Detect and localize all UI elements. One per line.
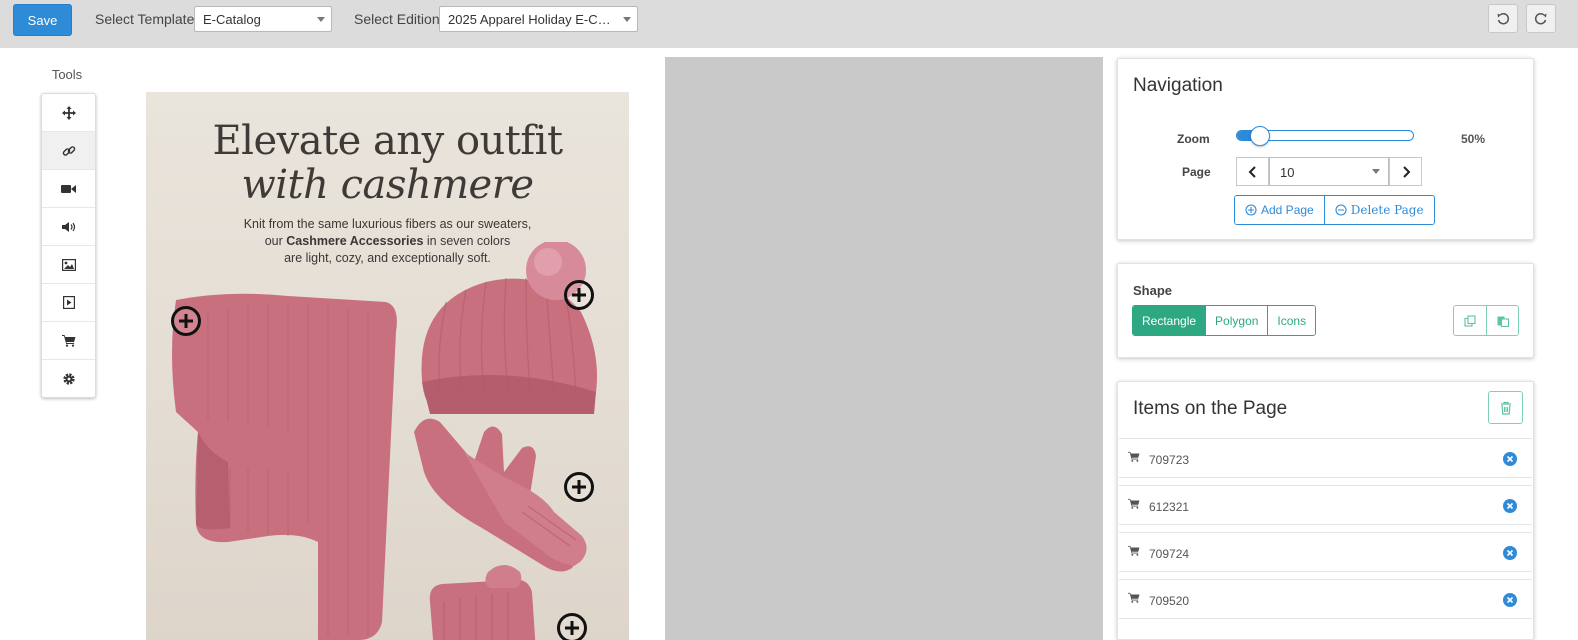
cart-icon	[61, 335, 75, 347]
close-icon	[1506, 455, 1514, 463]
save-button[interactable]: Save	[13, 4, 72, 36]
item-row[interactable]: 709520	[1119, 579, 1532, 619]
shape-option-polygon[interactable]: Polygon	[1205, 306, 1268, 335]
top-toolbar: Save Select Template E-Catalog Select Ed…	[0, 0, 1578, 48]
edition-select[interactable]: 2025 Apparel Holiday E-Ca...	[439, 6, 638, 32]
paste-button[interactable]	[1486, 306, 1518, 335]
item-row[interactable]: 612321	[1119, 485, 1532, 525]
tool-move[interactable]	[42, 94, 95, 132]
link-icon	[62, 145, 75, 156]
zoom-slider-handle[interactable]	[1250, 126, 1270, 146]
hotspot-plus-icon[interactable]	[563, 279, 595, 311]
item-row[interactable]: 709724	[1119, 532, 1532, 572]
template-label: Select Template	[95, 11, 195, 27]
copy-icon	[1464, 314, 1476, 327]
undo-icon	[1497, 12, 1510, 24]
close-icon	[1506, 549, 1514, 557]
shape-copy-group	[1453, 305, 1519, 336]
image-icon	[61, 258, 76, 271]
catalog-title-line2: with cashmere	[241, 162, 534, 208]
delete-all-items-button[interactable]	[1488, 391, 1523, 424]
chevron-right-icon	[1402, 165, 1410, 178]
cart-icon	[1128, 592, 1140, 603]
chevron-down-icon	[623, 17, 631, 22]
hat-image	[421, 242, 597, 414]
catalog-page[interactable]: Elevate any outfit with cashmere Knit fr…	[146, 92, 629, 640]
scarf-image	[172, 293, 397, 640]
tools-title: Tools	[51, 67, 83, 82]
item-code: 709520	[1149, 594, 1190, 608]
tool-cart[interactable]	[42, 322, 95, 360]
zoom-value: 50%	[1461, 132, 1486, 146]
navigation-title: Navigation	[1133, 75, 1223, 96]
redo-icon	[1534, 12, 1547, 24]
body-line2-bold: Cashmere Accessories	[286, 234, 424, 248]
video-icon	[61, 184, 76, 193]
paste-icon	[1497, 316, 1509, 327]
delete-page-button[interactable]: Delete Page	[1323, 196, 1434, 224]
add-page-label: Add Page	[1261, 203, 1314, 217]
close-icon	[1506, 502, 1514, 510]
hotspot-plus-icon[interactable]	[556, 612, 588, 640]
plus-circle-icon	[1245, 204, 1257, 216]
tool-settings[interactable]	[42, 360, 95, 398]
close-icon	[1506, 596, 1514, 604]
edition-select-value: 2025 Apparel Holiday E-Ca...	[448, 12, 616, 27]
shape-option-rectangle[interactable]: Rectangle	[1133, 306, 1206, 335]
catalog-body-line1: Knit from the same luxurious fibers as o…	[243, 217, 532, 231]
items-title: Items on the Page	[1133, 398, 1288, 419]
tool-video[interactable]	[42, 170, 95, 208]
remove-item-button[interactable]	[1503, 452, 1517, 466]
tools-panel	[41, 93, 96, 398]
delete-page-label: Delete Page	[1350, 203, 1424, 217]
tool-slideshow[interactable]	[42, 284, 95, 322]
shape-option-icons[interactable]: Icons	[1267, 306, 1316, 335]
template-select-value: E-Catalog	[203, 12, 261, 27]
shape-title: Shape	[1133, 283, 1173, 298]
item-code: 709723	[1149, 453, 1190, 467]
trash-icon	[1500, 401, 1511, 415]
page-select-value: 10	[1280, 165, 1295, 180]
page-actions-group: Add Page Delete Page	[1234, 195, 1435, 225]
redo-button[interactable]	[1526, 4, 1556, 33]
tool-audio[interactable]	[42, 208, 95, 246]
hotspot-plus-icon[interactable]	[563, 471, 595, 503]
mitts-image	[429, 565, 536, 640]
tool-link[interactable]	[42, 132, 95, 170]
shape-options-group: Rectangle Polygon Icons	[1132, 305, 1317, 336]
page-label: Page	[1182, 165, 1211, 179]
audio-icon	[61, 221, 75, 232]
body-line2-pre: our	[264, 234, 287, 248]
add-page-button[interactable]: Add Page	[1235, 196, 1324, 224]
hotspot-plus-icon[interactable]	[170, 305, 202, 337]
next-page-button[interactable]	[1389, 157, 1422, 186]
gear-icon	[62, 373, 75, 385]
chevron-left-icon	[1248, 165, 1256, 178]
zoom-label: Zoom	[1177, 132, 1210, 146]
minus-circle-icon	[1335, 204, 1347, 216]
tool-image[interactable]	[42, 246, 95, 284]
catalog-title-line1: Elevate any outfit	[212, 118, 563, 164]
item-code: 612321	[1149, 500, 1190, 514]
remove-item-button[interactable]	[1503, 546, 1517, 560]
remove-item-button[interactable]	[1503, 499, 1517, 513]
item-row[interactable]: 709723	[1119, 438, 1532, 478]
chevron-down-icon	[1372, 169, 1380, 174]
prev-page-button[interactable]	[1236, 157, 1269, 186]
copy-button[interactable]	[1454, 306, 1486, 335]
remove-item-button[interactable]	[1503, 593, 1517, 607]
move-icon	[61, 105, 76, 120]
slideshow-icon	[62, 296, 75, 309]
cart-icon	[1128, 451, 1140, 462]
item-code: 709724	[1149, 547, 1190, 561]
page-select[interactable]: 10	[1269, 157, 1389, 186]
cart-icon	[1128, 545, 1140, 556]
template-select[interactable]: E-Catalog	[194, 6, 332, 32]
edition-label: Select Edition	[354, 11, 440, 27]
undo-button[interactable]	[1488, 4, 1518, 33]
chevron-down-icon	[317, 17, 325, 22]
canvas-empty-area	[665, 57, 1103, 640]
cart-icon	[1128, 498, 1140, 509]
